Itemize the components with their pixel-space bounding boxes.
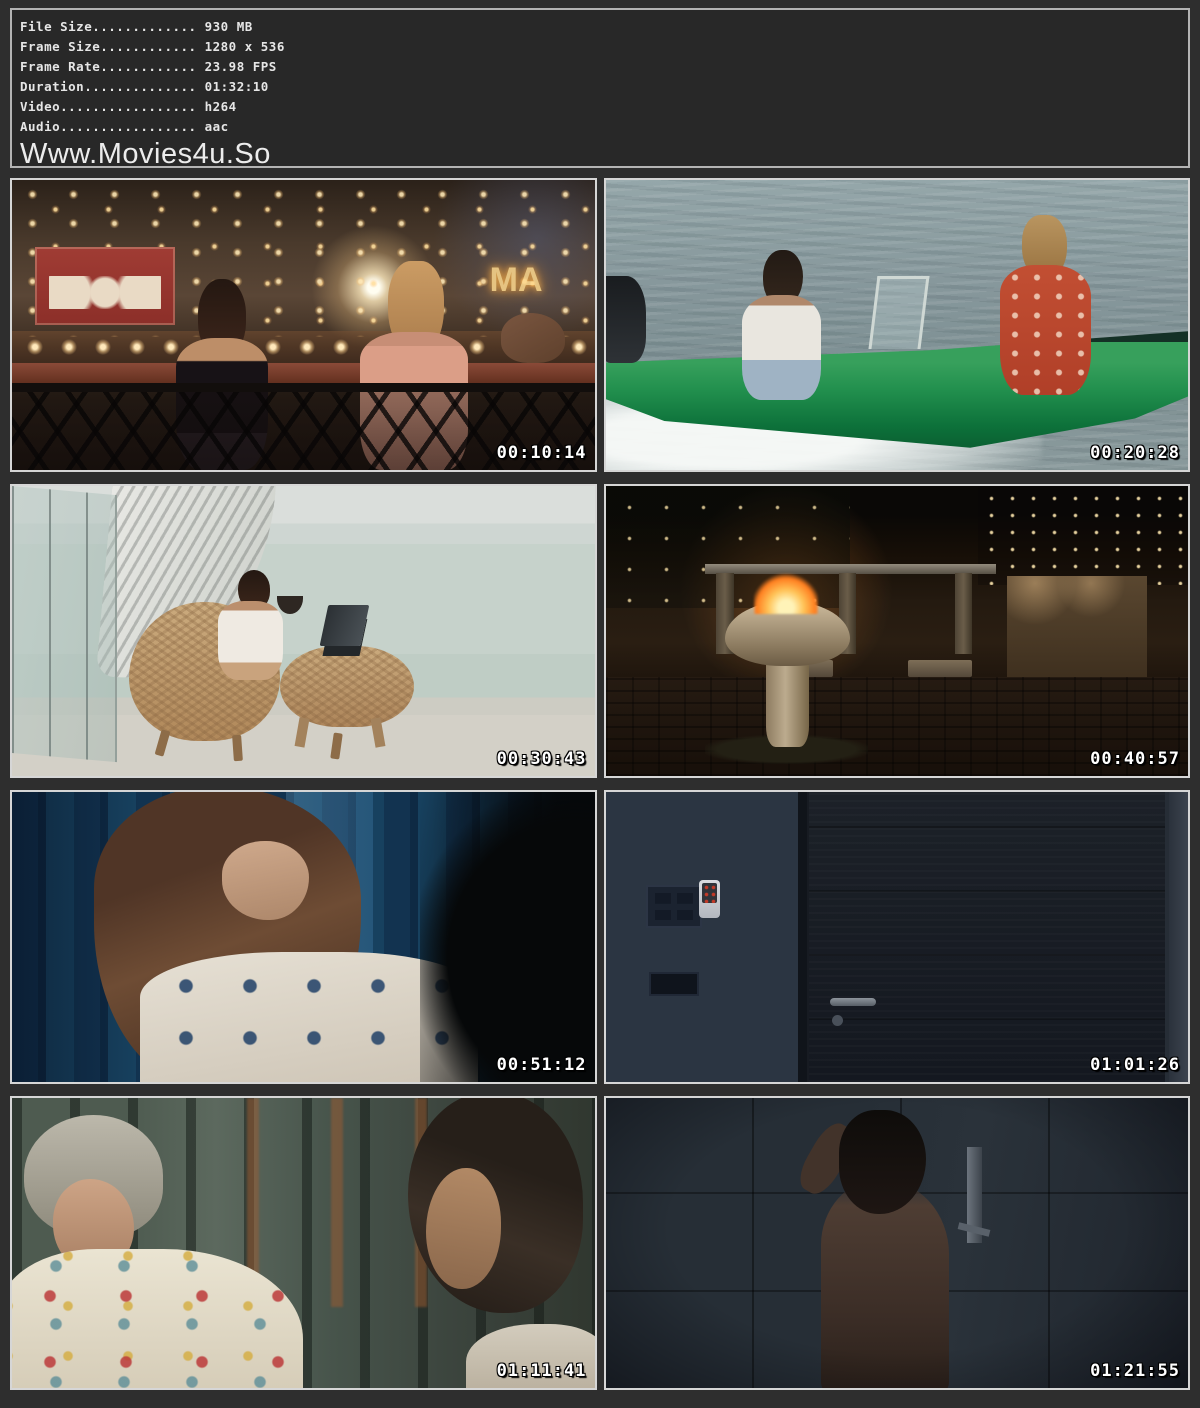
fire-flame <box>754 573 818 614</box>
curtain-edge <box>1169 792 1188 1082</box>
two-men-scene <box>12 1098 595 1388</box>
driver-figure <box>734 250 833 401</box>
bench <box>908 660 972 677</box>
timestamp-badge: 00:40:57 <box>1090 749 1180 769</box>
timestamp-badge: 00:51:12 <box>497 1055 587 1075</box>
wooden-door <box>809 792 1164 1082</box>
file-size-line: File Size............. 930 MB <box>20 17 1178 37</box>
fountain-pedestal <box>766 654 810 747</box>
screenshot-thumbnail-3: 00:30:43 <box>10 484 597 778</box>
timestamp-badge: 01:11:41 <box>497 1361 587 1381</box>
neon-letter-sign: MA <box>490 261 572 307</box>
dark-room-scene <box>606 792 1189 1082</box>
woman-blouse-scene <box>12 792 595 1082</box>
passenger-red-dress-figure <box>996 215 1095 395</box>
wet-hair <box>839 1110 926 1214</box>
laptop <box>319 605 368 646</box>
woman-face <box>222 841 309 919</box>
shower-scene <box>606 1098 1189 1388</box>
timestamp-badge: 00:30:43 <box>497 749 587 769</box>
balcony-scene <box>12 486 595 776</box>
door-lock <box>832 1015 843 1026</box>
duration-line: Duration.............. 01:32:10 <box>20 77 1178 97</box>
timestamp-badge: 01:01:26 <box>1090 1055 1180 1075</box>
media-info-panel: File Size............. 930 MB Frame Size… <box>10 8 1190 168</box>
wall-socket-panel <box>649 972 699 997</box>
red-banner <box>35 247 175 325</box>
screenshot-thumbnail-8: 01:21:55 <box>604 1096 1191 1390</box>
courtyard-scene <box>606 486 1189 776</box>
raised-arm <box>793 1118 861 1201</box>
screens-preview-sheet: File Size............. 930 MB Frame Size… <box>0 8 1200 1390</box>
video-codec-line: Video................. h264 <box>20 97 1178 117</box>
boat-windshield <box>869 276 930 349</box>
seated-woman-figure <box>210 570 292 680</box>
screenshot-thumbnail-6: 01:01:26 <box>604 790 1191 1084</box>
screenshot-grid: MA 00:10:14 00:20:28 <box>10 178 1190 1390</box>
frame-rate-line: Frame Rate............ 23.98 FPS <box>20 57 1178 77</box>
bar-counter <box>12 363 595 383</box>
pergola-post <box>955 573 972 654</box>
outboard-motor <box>604 276 647 363</box>
wall-keypad <box>699 880 720 918</box>
frame-size-line: Frame Size............ 1280 x 536 <box>20 37 1178 57</box>
shower-bracket <box>958 1222 991 1236</box>
chair-leg <box>232 735 243 762</box>
screenshot-thumbnail-1: MA 00:10:14 <box>10 178 597 472</box>
glass-wall <box>12 486 117 762</box>
screenshot-thumbnail-4: 00:40:57 <box>604 484 1191 778</box>
table-leg <box>295 717 310 747</box>
speedboat-scene <box>606 180 1189 470</box>
foreground-silhouette <box>420 792 597 1084</box>
wicker-table <box>280 646 414 727</box>
chair-leg <box>331 732 344 759</box>
door-handle <box>830 998 877 1006</box>
screenshot-thumbnail-2: 00:20:28 <box>604 178 1191 472</box>
hanging-string-lights <box>978 486 1188 585</box>
screenshot-thumbnail-5: 00:51:12 <box>10 790 597 1084</box>
timestamp-badge: 00:20:28 <box>1090 443 1180 463</box>
timestamp-badge: 00:10:14 <box>497 443 587 463</box>
audio-codec-line: Audio................. aac <box>20 117 1178 137</box>
screenshot-thumbnail-7: 01:11:41 <box>10 1096 597 1390</box>
light-switch-panel <box>646 885 701 929</box>
chair-leg <box>154 729 170 757</box>
night-market-scene: MA <box>12 180 595 470</box>
timestamp-badge: 01:21:55 <box>1090 1361 1180 1381</box>
person-back-figure <box>821 1179 949 1390</box>
shower-rail <box>967 1147 982 1243</box>
handbag <box>501 313 565 362</box>
site-watermark: Www.Movies4u.So <box>20 138 1178 170</box>
